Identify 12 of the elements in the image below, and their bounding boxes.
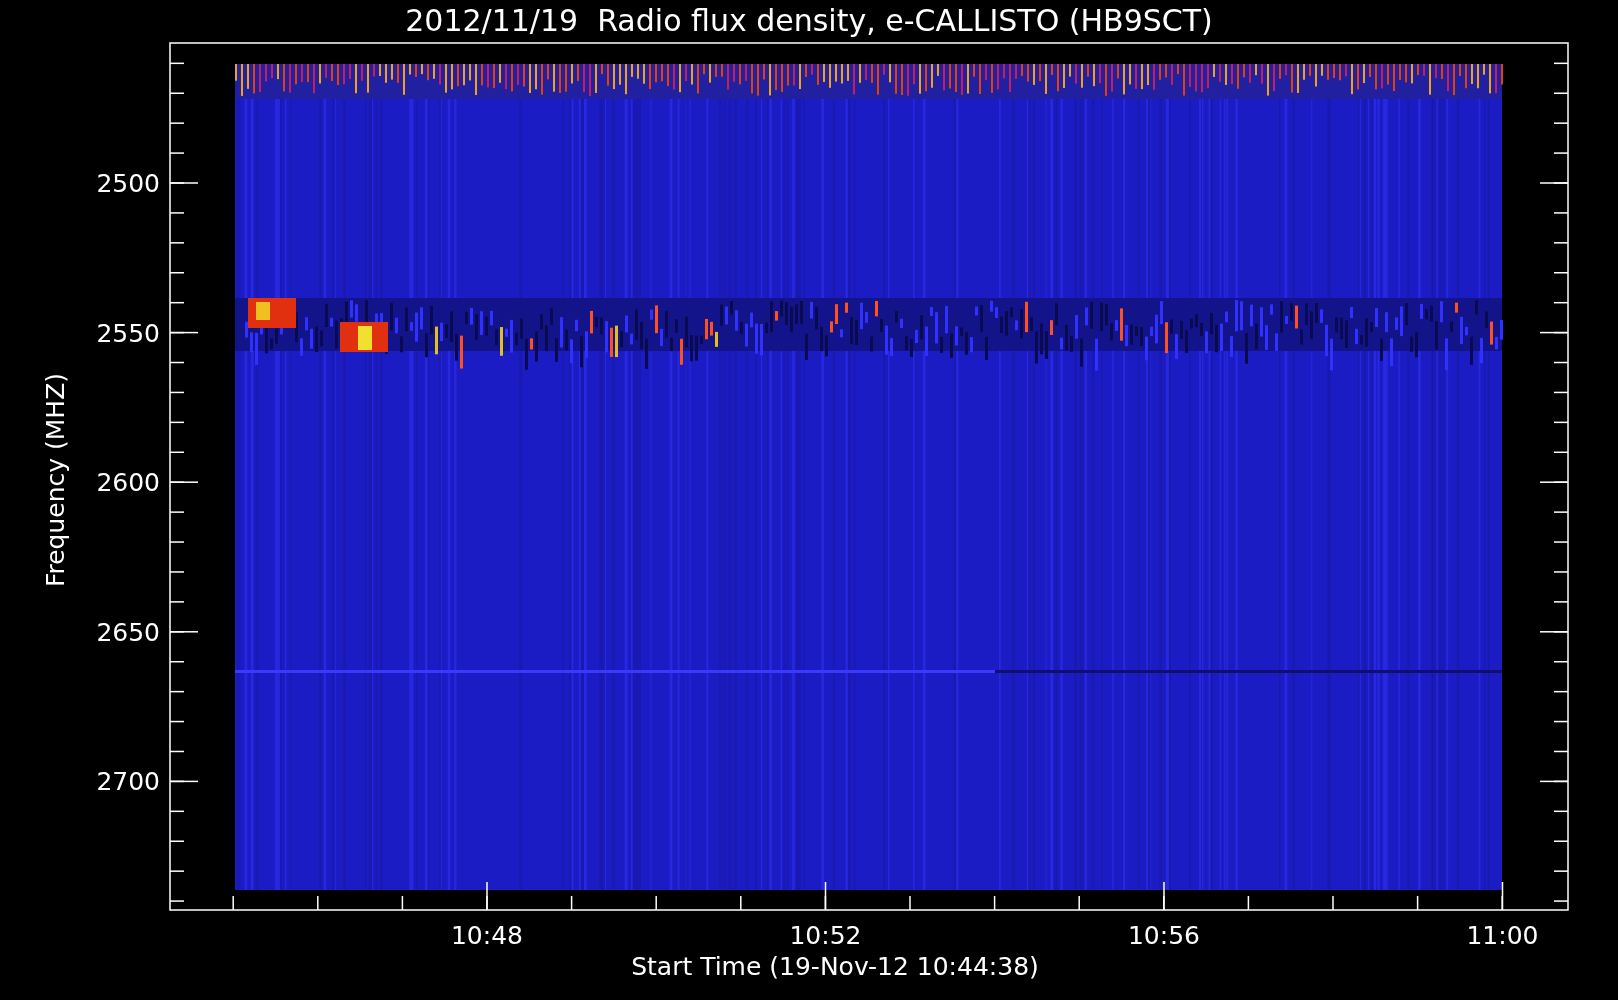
y-tick-label: 2600: [96, 468, 160, 498]
x-tick-label: 10:48: [451, 921, 523, 950]
x-axis-label: Start Time (19-Nov-12 10:44:38): [631, 952, 1039, 981]
x-tick-label: 10:56: [1128, 921, 1200, 950]
x-tick-label: 11:00: [1466, 921, 1539, 950]
y-tick-label: 2500: [96, 169, 160, 198]
chart-title: 2012/11/19 Radio flux density, e-CALLISTO (HB9SCT): [405, 3, 1213, 38]
y-axis-label: Frequency (MHZ): [41, 372, 70, 588]
y-tick-label: 2650: [96, 617, 160, 647]
y-tick-label: 2700: [96, 767, 160, 797]
y-tick-label: 2550: [96, 318, 160, 348]
x-tick-label: 10:52: [789, 921, 862, 950]
